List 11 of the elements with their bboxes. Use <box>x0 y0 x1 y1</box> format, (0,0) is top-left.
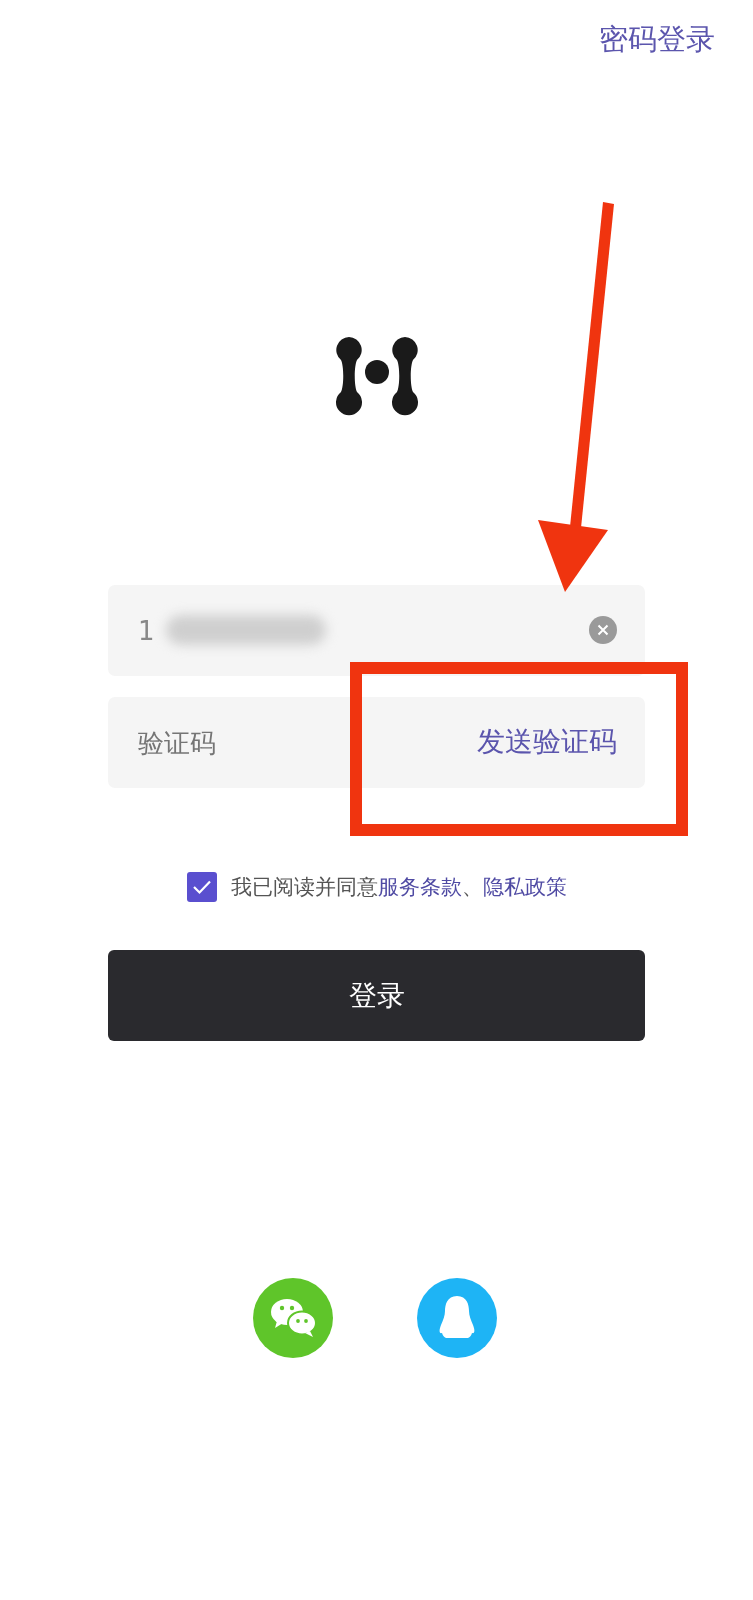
login-button[interactable]: 登录 <box>108 950 645 1041</box>
penguin-icon[interactable] <box>416 1278 497 1358</box>
clear-icon[interactable] <box>589 616 617 644</box>
terms-link[interactable]: 服务条款 <box>377 875 462 899</box>
agreement-text: 我已阅读并同意服务条款、隐私政策 <box>230 874 567 901</box>
agree-checkbox[interactable] <box>186 872 217 902</box>
privacy-link[interactable]: 隐私政策 <box>482 875 567 899</box>
wechat-icon[interactable] <box>252 1278 333 1358</box>
send-code-button[interactable]: 发送验证码 <box>477 723 617 761</box>
password-login-link[interactable]: 密码登录 <box>599 20 715 60</box>
check-icon <box>191 879 212 895</box>
